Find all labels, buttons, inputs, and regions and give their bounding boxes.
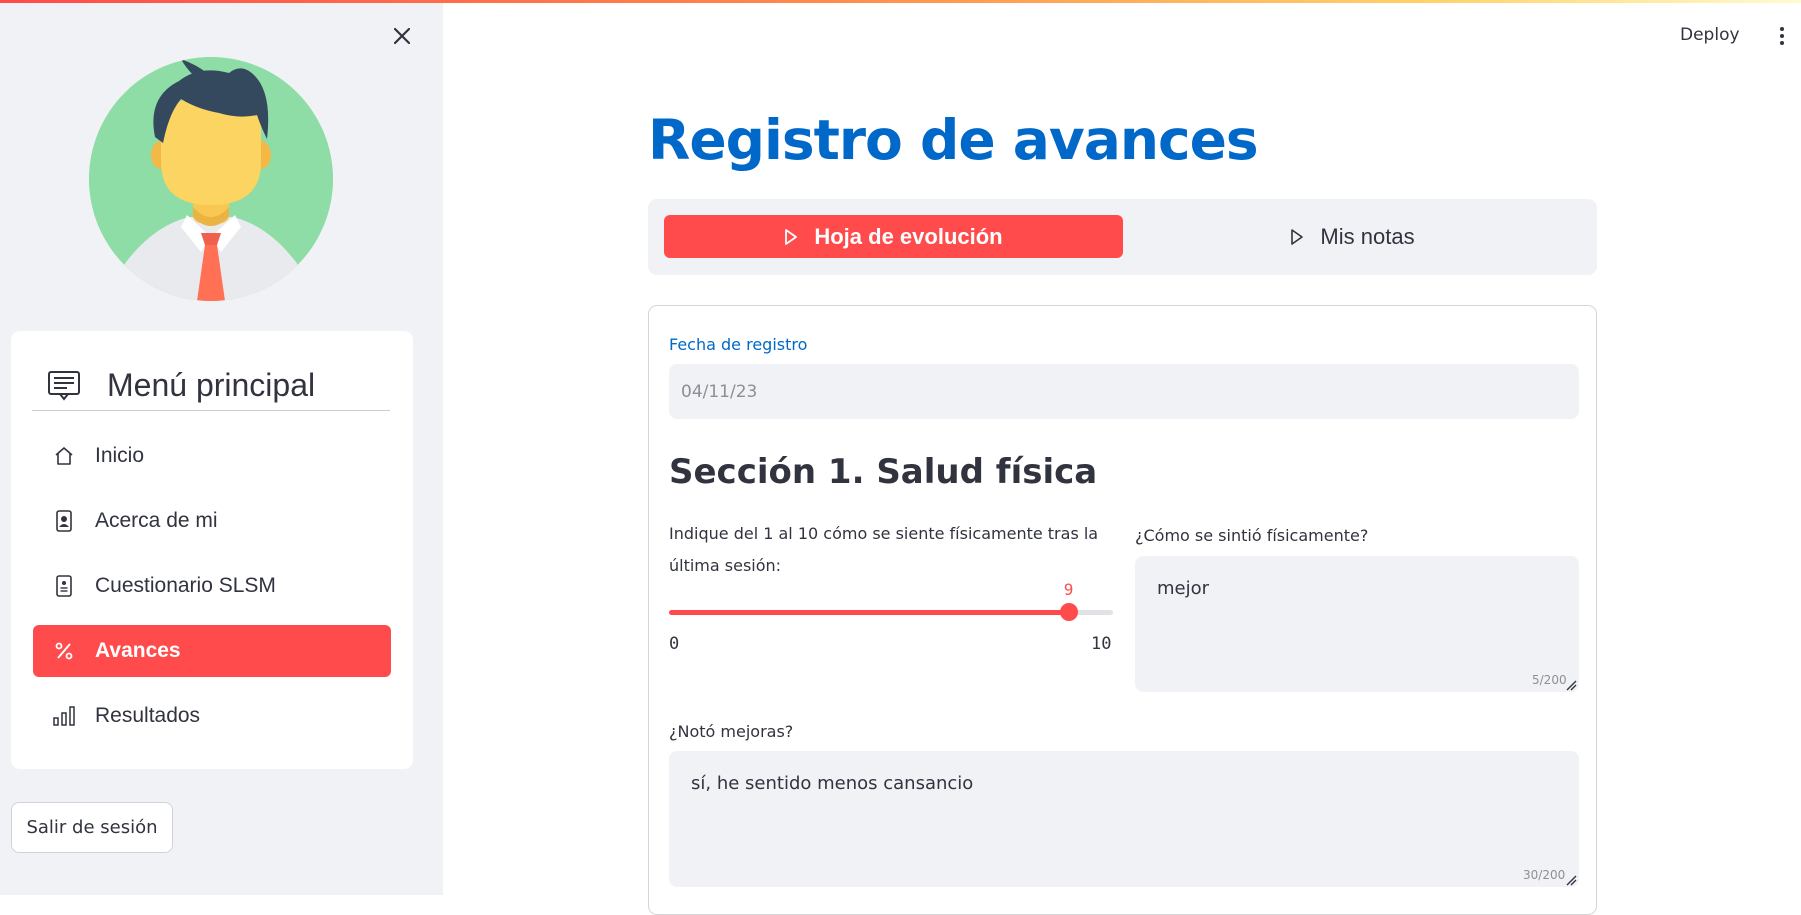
person-badge-icon <box>53 510 75 532</box>
tab-label: Hoja de evolución <box>814 223 1003 249</box>
tab-bar: Hoja de evolución Mis notas <box>648 199 1597 275</box>
slider-label: Indique del 1 al 10 cómo se siente físic… <box>669 524 1099 575</box>
main-menu: Menú principal Inicio Acerca de mi Cuest… <box>11 331 413 769</box>
house-icon <box>53 445 75 467</box>
clipboard-person-icon <box>53 575 75 597</box>
logout-button[interactable]: Salir de sesión <box>11 802 173 853</box>
slider-fill <box>669 610 1069 615</box>
sidebar-item-inicio[interactable]: Inicio <box>33 430 391 482</box>
physical-rating-slider[interactable] <box>669 603 1113 621</box>
deploy-button[interactable]: Deploy <box>1680 20 1740 50</box>
page-title: Registro de avances <box>648 108 1259 172</box>
percent-icon <box>53 640 75 662</box>
sidebar-item-label: Acerca de mi <box>95 509 218 532</box>
tab-mis-notas[interactable]: Mis notas <box>1123 215 1582 258</box>
date-input[interactable]: 04/11/23 <box>669 364 1579 419</box>
sidebar-item-label: Cuestionario SLSM <box>95 574 276 597</box>
date-label: Fecha de registro <box>669 335 808 354</box>
sidebar-item-label: Avances <box>95 639 181 662</box>
top-decoration-bar <box>0 0 1801 3</box>
resize-handle-icon[interactable] <box>1565 679 1577 691</box>
menu-header: Menú principal <box>32 358 390 411</box>
feeling-char-counter: 5/200 <box>1532 673 1567 687</box>
improvements-char-counter: 30/200 <box>1523 868 1566 882</box>
improvements-textarea[interactable]: sí, he sentido menos cansancio <box>669 751 1579 887</box>
improvements-label: ¿Notó mejoras? <box>669 722 794 741</box>
close-icon <box>393 27 411 45</box>
close-sidebar-button[interactable] <box>388 22 416 50</box>
sidebar-item-resultados[interactable]: Resultados <box>33 690 391 742</box>
play-outline-icon <box>785 228 798 245</box>
sidebar-item-cuestionario-slsm[interactable]: Cuestionario SLSM <box>33 560 391 612</box>
kebab-vertical-icon[interactable] <box>1772 22 1792 50</box>
sidebar-item-label: Inicio <box>95 444 145 467</box>
bar-chart-icon <box>53 705 75 727</box>
slider-max-label: 10 <box>1091 634 1112 654</box>
play-outline-icon <box>1291 228 1304 245</box>
resize-handle-icon[interactable] <box>1565 874 1577 886</box>
tab-label: Mis notas <box>1320 223 1415 249</box>
sidebar-item-acerca-de-mi[interactable]: Acerca de mi <box>33 495 391 547</box>
slider-min-label: 0 <box>669 634 680 654</box>
sidebar-item-label: Resultados <box>95 704 201 727</box>
user-avatar-icon <box>89 57 333 301</box>
sidebar-item-avances[interactable]: Avances <box>33 625 391 677</box>
sidebar: Menú principal Inicio Acerca de mi Cuest… <box>0 0 443 895</box>
feeling-textarea[interactable]: mejor <box>1135 556 1579 692</box>
section-title: Sección 1. Salud física <box>669 452 1098 492</box>
message-list-icon <box>48 371 80 401</box>
slider-value: 9 <box>1063 580 1074 599</box>
menu-title: Menú principal <box>107 367 316 403</box>
tab-hoja-de-evolucion[interactable]: Hoja de evolución <box>664 215 1123 258</box>
slider-thumb[interactable] <box>1059 603 1078 621</box>
feeling-label: ¿Cómo se sintió físicamente? <box>1135 526 1369 545</box>
